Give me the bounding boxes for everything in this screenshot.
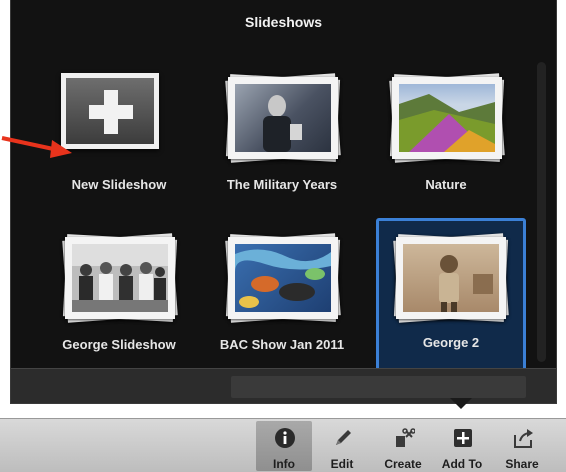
share-icon — [514, 429, 533, 448]
slideshow-thumbnail — [72, 244, 168, 312]
vertical-scrollbar[interactable] — [537, 62, 546, 362]
tile-label: New Slideshow — [71, 177, 167, 192]
pencil-icon — [336, 430, 351, 445]
create-icon — [396, 428, 415, 447]
toolbar-label: Add To — [441, 457, 483, 471]
add-icon — [454, 429, 472, 447]
popover-title: Slideshows — [244, 14, 323, 30]
photo-stack — [393, 233, 509, 323]
slideshow-thumbnail — [399, 84, 495, 152]
share-button[interactable]: Share — [494, 421, 550, 471]
slideshow-thumbnail — [403, 244, 499, 312]
toolbar-label: Create — [384, 457, 422, 471]
create-button[interactable]: Create — [375, 421, 431, 471]
info-icon — [275, 428, 295, 448]
popover-footer — [11, 368, 556, 403]
toolbar-label: Edit — [330, 457, 354, 471]
popover-pointer — [450, 398, 472, 409]
slideshow-tile-nature[interactable]: Nature — [371, 62, 521, 212]
slideshow-tile-military-years[interactable]: The Military Years — [207, 62, 357, 212]
bottom-toolbar: Info Edit Create Add To Share — [0, 418, 566, 472]
photo-stack — [225, 233, 341, 323]
slideshow-tile-george-2[interactable]: George 2 — [376, 218, 526, 374]
toolbar-label: Share — [505, 457, 539, 471]
annotation-arrow-icon — [1, 136, 72, 158]
slideshow-tile-bac-show[interactable]: BAC Show Jan 2011 — [207, 222, 357, 372]
tile-label: George 2 — [422, 335, 480, 350]
add-to-button[interactable]: Add To — [434, 421, 490, 471]
photo-stack — [225, 73, 341, 163]
edit-button[interactable]: Edit — [314, 421, 370, 471]
slideshow-thumbnail — [235, 244, 331, 312]
photo-stack — [62, 233, 178, 323]
tile-label: The Military Years — [226, 177, 338, 192]
slideshow-tile-george-slideshow[interactable]: George Slideshow — [44, 222, 194, 372]
slideshow-thumbnail — [235, 84, 331, 152]
tile-label: Nature — [425, 177, 467, 192]
info-button[interactable]: Info — [256, 421, 312, 471]
tile-label: George Slideshow — [62, 337, 176, 352]
tile-label: BAC Show Jan 2011 — [219, 337, 345, 352]
photo-stack — [389, 73, 505, 163]
slideshows-popover: Slideshows New Slideshow The Military Ye… — [10, 0, 557, 404]
